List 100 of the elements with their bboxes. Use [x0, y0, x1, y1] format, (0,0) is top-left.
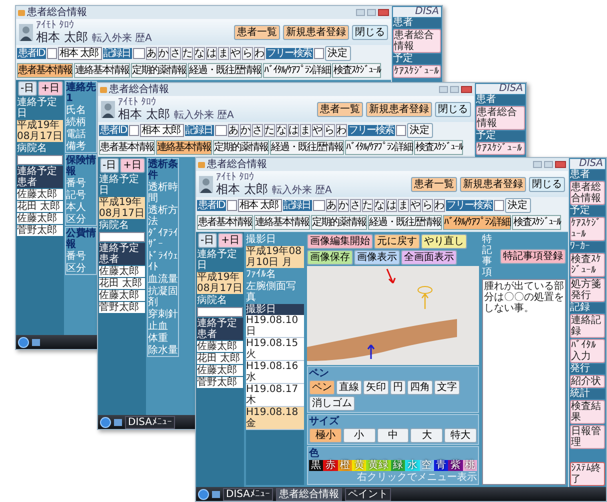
patient-list-item[interactable]: 菅野太郎 [197, 377, 243, 388]
pen-tool-button[interactable]: 消しゴム [309, 396, 355, 411]
date-list-item[interactable]: H19.08.10日 [246, 315, 304, 338]
record-date-field[interactable] [312, 200, 325, 211]
free-search-field[interactable] [396, 125, 406, 136]
tab[interactable]: 定期的薬情報 [213, 140, 269, 155]
start-button-icon[interactable] [100, 416, 111, 428]
menu-button[interactable]: ﾊﾞｲﾀﾙ入力 [570, 339, 605, 363]
start-button-icon[interactable] [198, 488, 209, 500]
kana-filter-button[interactable]: ら [422, 199, 433, 212]
kana-filter-button[interactable]: か [240, 124, 251, 137]
patient-id-field[interactable] [128, 125, 139, 136]
tab[interactable]: 患者基本情報 [17, 63, 73, 78]
taskbar-item[interactable]: ペイント [345, 488, 392, 500]
kana-filter-button[interactable]: は [386, 199, 397, 212]
size-button[interactable]: 小 [342, 428, 376, 443]
menu-button[interactable]: 連絡記録 [570, 314, 605, 338]
patient-list-item[interactable]: 花田 太郎 [17, 201, 63, 212]
tab[interactable]: 経過・既往歴情報 [368, 215, 442, 230]
kana-filter-button[interactable]: わ [434, 199, 445, 212]
close-button[interactable]: 閉じる [529, 176, 565, 192]
image-tool-button[interactable]: 全画面表示 [401, 250, 457, 265]
kana-filter-button[interactable]: あ [326, 199, 337, 212]
patient-id-field[interactable] [226, 200, 237, 211]
taskbar-item[interactable]: DISAﾒﾆｭｰ [125, 416, 176, 428]
start-button-icon[interactable] [18, 336, 29, 348]
kana-filter-button[interactable]: は [206, 47, 217, 60]
tab[interactable]: ﾊﾞｲﾀﾙ/ｹｱﾌﾟﾗﾝ詳細 [443, 215, 512, 230]
menu-button[interactable]: ｹｱｽｹｼﾞｭｰﾙ [476, 142, 525, 155]
menu-button[interactable]: 検査結果 [570, 400, 605, 424]
image-tool-button[interactable]: 画像表示 [354, 250, 400, 265]
color-swatch[interactable]: 黒 [309, 460, 324, 471]
menu-button[interactable]: 患者総合情報 [393, 29, 441, 53]
patient-list-item[interactable]: 佐藤太郎 [197, 341, 243, 352]
pen-tool-button[interactable]: 円 [390, 380, 406, 395]
date-list-item[interactable]: H19.08.16水 [246, 361, 304, 384]
header-button[interactable]: 患者一覧 [317, 102, 363, 116]
kana-filter-button[interactable]: ま [300, 124, 311, 137]
patient-list-item[interactable]: 佐藤太郎 [99, 266, 145, 277]
pen-tool-button[interactable]: ペン [309, 380, 335, 395]
kana-filter-button[interactable]: さ [252, 124, 263, 137]
hospital-select[interactable] [17, 155, 63, 165]
kana-filter-button[interactable]: あ [228, 124, 239, 137]
desktop-icon[interactable] [32, 338, 40, 346]
date-list-item[interactable]: H19.08.18金 [246, 407, 304, 430]
notes-field[interactable]: 腫れが出ている部分は〇〇の処置をしない事。 [482, 279, 566, 485]
header-button[interactable]: 新規患者登録 [283, 24, 349, 40]
kana-filter-button[interactable]: な [194, 47, 205, 60]
kana-filter-button[interactable]: な [374, 199, 385, 212]
tab[interactable]: 連絡基本情報 [254, 215, 310, 230]
menu-button[interactable]: 紹介状 [570, 375, 605, 388]
tab[interactable]: 患者基本情報 [99, 140, 155, 155]
color-swatch[interactable]: 青 [434, 460, 448, 471]
kana-filter-button[interactable]: な [276, 124, 287, 137]
image-tool-button[interactable]: やり直し [421, 234, 467, 249]
kana-filter-button[interactable]: や [312, 124, 323, 137]
menu-button[interactable]: 日報管理 [570, 425, 605, 449]
go-button[interactable]: 決定 [324, 46, 351, 61]
pen-tool-button[interactable]: 文字 [434, 380, 460, 395]
pen-tool-button[interactable]: 矢印 [363, 380, 389, 395]
tab[interactable]: 定期的薬情報 [311, 215, 367, 230]
patient-list-item[interactable]: 佐藤太郎 [197, 365, 243, 376]
tab[interactable]: 検査ｽｹｼﾞｭｰﾙ [512, 215, 562, 230]
hospital-select[interactable] [197, 307, 243, 317]
menu-button[interactable]: 処方箋発行 [570, 278, 605, 302]
kana-filter-button[interactable]: た [362, 199, 373, 212]
kana-filter-button[interactable]: や [410, 199, 421, 212]
menu-button[interactable]: ｹｱｽｹｼﾞｭｰﾙ [570, 217, 605, 241]
next-day-button[interactable]: +日 [38, 81, 62, 96]
image-tool-button[interactable]: 画像保存 [307, 250, 353, 265]
color-swatch[interactable]: 紫 [448, 460, 463, 471]
go-button[interactable]: 決定 [406, 123, 433, 138]
size-button[interactable]: 極小 [309, 428, 342, 443]
kana-filter-button[interactable]: さ [350, 199, 361, 212]
patient-list-item[interactable]: 佐藤太郎 [99, 290, 145, 301]
menu-button[interactable]: ｹｱｽｹｼﾞｭｰﾙ [393, 65, 441, 78]
notes-save-button[interactable]: 特記事項登録 [500, 248, 566, 264]
free-search-field[interactable] [494, 200, 504, 211]
previous-day-button[interactable]: -日 [18, 81, 38, 96]
header-button[interactable]: 患者一覧 [411, 176, 457, 192]
patient-list-item[interactable]: 花田 太郎 [99, 278, 145, 289]
close-button[interactable]: 閉じる [435, 102, 471, 116]
kana-filter-button[interactable]: ら [324, 124, 335, 137]
tab[interactable]: ﾊﾞｲﾀﾙ/ｹｱﾌﾟﾗﾝ詳細 [263, 63, 332, 78]
patient-list-item[interactable]: 佐藤太郎 [17, 213, 63, 224]
date-list-item[interactable]: H19.08.15火 [246, 338, 304, 361]
hospital-select[interactable] [99, 232, 145, 242]
tab[interactable]: 連絡基本情報 [74, 63, 130, 78]
menu-button[interactable]: 患者総合情報 [476, 106, 525, 130]
tab[interactable]: 経過・既往歴情報 [270, 140, 344, 155]
tab[interactable]: 定期的薬情報 [131, 63, 187, 78]
next-day-button[interactable]: +日 [218, 233, 242, 248]
kana-filter-button[interactable]: ら [242, 47, 253, 60]
tab[interactable]: 検査ｽｹｼﾞｭｰﾙ [332, 63, 382, 78]
patient-id-field[interactable] [46, 48, 57, 59]
shot-date-field[interactable]: 平成19年08月10日 月 [246, 246, 304, 268]
tab[interactable]: ﾊﾞｲﾀﾙ/ｹｱﾌﾟﾗﾝ詳細 [345, 140, 414, 155]
free-search-field[interactable] [314, 48, 324, 59]
kana-filter-button[interactable]: た [182, 47, 193, 60]
color-swatch[interactable]: 赤 [323, 460, 338, 471]
